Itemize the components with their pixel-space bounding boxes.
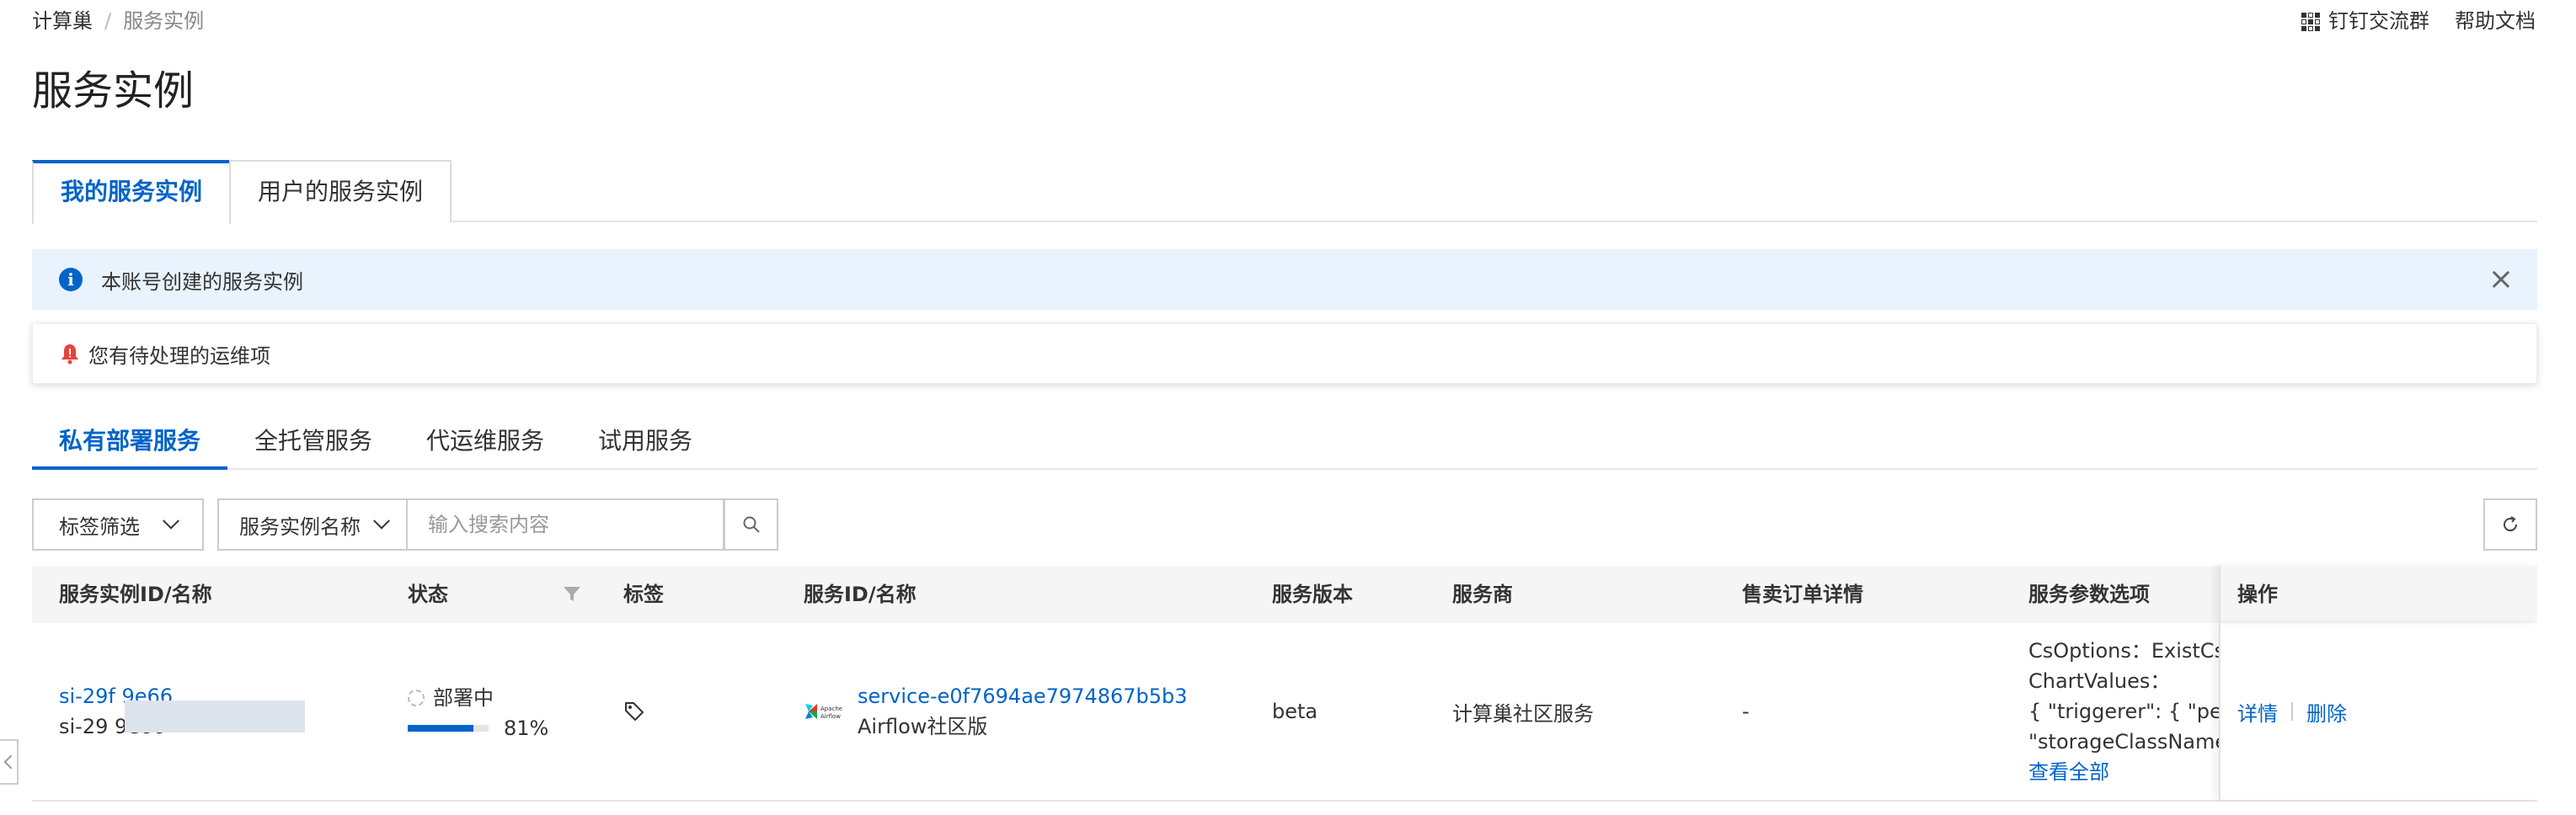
tags-cell <box>596 623 777 800</box>
refresh-button[interactable] <box>2483 498 2537 551</box>
param-line: ChartValues： <box>2028 669 2171 693</box>
breadcrumb-current: 服务实例 <box>123 9 205 33</box>
service-cell: Apache Airflow service-e0f7694ae7974867b… <box>777 623 1245 800</box>
breadcrumb: 计算巢 / 服务实例 <box>32 7 204 35</box>
progress-percent: 81% <box>504 716 549 740</box>
tab-my-instances[interactable]: 我的服务实例 <box>32 160 232 224</box>
divider <box>2291 702 2293 721</box>
breadcrumb-separator: / <box>104 9 112 33</box>
tab-user-instances[interactable]: 用户的服务实例 <box>229 160 452 222</box>
params-cell: CsOptions：ExistCs ChartValues： { "trigge… <box>2001 623 2219 800</box>
airflow-logo-icon: Apache Airflow <box>805 704 842 720</box>
search-field-label: 服务实例名称 <box>239 514 361 539</box>
chevron-down-icon <box>163 512 179 530</box>
info-banner-text: 本账号创建的服务实例 <box>101 269 303 294</box>
status-text: 部署中 <box>433 686 494 710</box>
pending-ops-alert[interactable]: 您有待处理的运维项 <box>32 323 2537 384</box>
page-title: 服务实例 <box>32 67 195 115</box>
table-header: 服务实例ID/名称 状态 标签 服务ID/名称 服务版本 服务商 售卖订单详情 … <box>32 566 2537 623</box>
tab-managed-ops[interactable]: 代运维服务 <box>399 418 571 468</box>
column-header-vendor: 服务商 <box>1452 583 1513 606</box>
version-cell: beta <box>1245 623 1425 800</box>
detail-link[interactable]: 详情 <box>2237 697 2278 727</box>
svg-text:Airflow: Airflow <box>820 713 841 720</box>
order-cell: - <box>1715 623 2001 800</box>
tab-private-deploy[interactable]: 私有部署服务 <box>32 418 228 470</box>
filter-bar: 标签筛选 服务实例名称 <box>32 498 778 551</box>
qr-code-icon <box>2301 13 2320 31</box>
tag-filter-select[interactable]: 标签筛选 <box>32 498 204 551</box>
column-header-service: 服务ID/名称 <box>804 583 917 606</box>
loading-spinner-icon <box>408 690 425 706</box>
tab-trial[interactable]: 试用服务 <box>571 418 719 468</box>
service-type-tabs: 私有部署服务 全托管服务 代运维服务 试用服务 <box>32 418 2537 470</box>
main-tabs: 我的服务实例 用户的服务实例 <box>32 160 2537 224</box>
service-name: Airflow社区版 <box>858 715 988 738</box>
table-row: si-29f 9e66 si-29 9e66 部署中 81% Apache Ai… <box>32 623 2537 802</box>
collapse-sidebar-handle[interactable] <box>0 739 19 785</box>
help-docs-link[interactable]: 帮助文档 <box>2455 7 2536 35</box>
view-all-link[interactable]: 查看全部 <box>2028 757 2219 787</box>
column-header-params: 服务参数选项 <box>2028 583 2150 606</box>
tag-filter-label: 标签筛选 <box>59 514 140 539</box>
dingtalk-group-label: 钉钉交流群 <box>2328 9 2429 33</box>
breadcrumb-root-link[interactable]: 计算巢 <box>32 7 93 35</box>
chevron-down-icon <box>373 512 390 530</box>
top-links: 钉钉交流群 帮助文档 <box>2301 7 2536 35</box>
column-header-tags: 标签 <box>623 583 664 606</box>
tab-fully-managed[interactable]: 全托管服务 <box>227 418 399 468</box>
column-header-status-label: 状态 <box>408 583 448 606</box>
status-cell: 部署中 81% <box>381 623 596 800</box>
instances-table: 服务实例ID/名称 状态 标签 服务ID/名称 服务版本 服务商 售卖订单详情 … <box>32 566 2537 802</box>
progress-bar <box>408 725 489 732</box>
column-header-actions: 操作 <box>2219 566 2537 623</box>
close-icon[interactable]: × <box>2488 263 2514 296</box>
order-details: - <box>1742 700 1750 723</box>
dingtalk-group-link[interactable]: 钉钉交流群 <box>2301 7 2429 35</box>
instance-cell: si-29f 9e66 si-29 9e66 <box>32 623 381 800</box>
bell-icon <box>61 344 78 365</box>
info-banner: i 本账号创建的服务实例 × <box>32 249 2537 310</box>
info-icon: i <box>59 268 83 291</box>
redaction-mask <box>125 700 305 732</box>
search-input[interactable] <box>408 498 724 551</box>
delete-link[interactable]: 删除 <box>2306 697 2347 727</box>
search-button[interactable] <box>724 498 778 551</box>
param-line: { "triggerer": { "persist <box>2028 700 2219 723</box>
vendor-cell: 计算巢社区服务 <box>1425 623 1715 800</box>
chevron-left-icon <box>3 754 19 770</box>
column-header-status: 状态 <box>381 566 596 623</box>
search-icon <box>743 516 760 533</box>
column-header-order: 售卖订单详情 <box>1742 583 1863 606</box>
param-line: "storageClassName": " <box>2028 730 2219 754</box>
actions-cell: 详情 删除 <box>2219 623 2537 800</box>
svg-text:Apache: Apache <box>820 706 842 712</box>
search-field-select[interactable]: 服务实例名称 <box>217 498 408 551</box>
service-id-link[interactable]: service-e0f7694ae7974867b5b3 <box>858 681 1188 711</box>
service-vendor: 计算巢社区服务 <box>1452 701 1594 726</box>
service-version: beta <box>1272 700 1318 723</box>
pending-ops-text: 您有待处理的运维项 <box>88 344 270 368</box>
column-header-instance: 服务实例ID/名称 <box>59 583 212 606</box>
refresh-icon <box>2504 516 2518 532</box>
tag-icon[interactable] <box>623 700 645 722</box>
column-header-version: 服务版本 <box>1272 583 1353 606</box>
progress-bar-fill <box>408 725 473 732</box>
filter-icon[interactable] <box>563 586 581 603</box>
param-line: CsOptions：ExistCs <box>2028 639 2219 663</box>
